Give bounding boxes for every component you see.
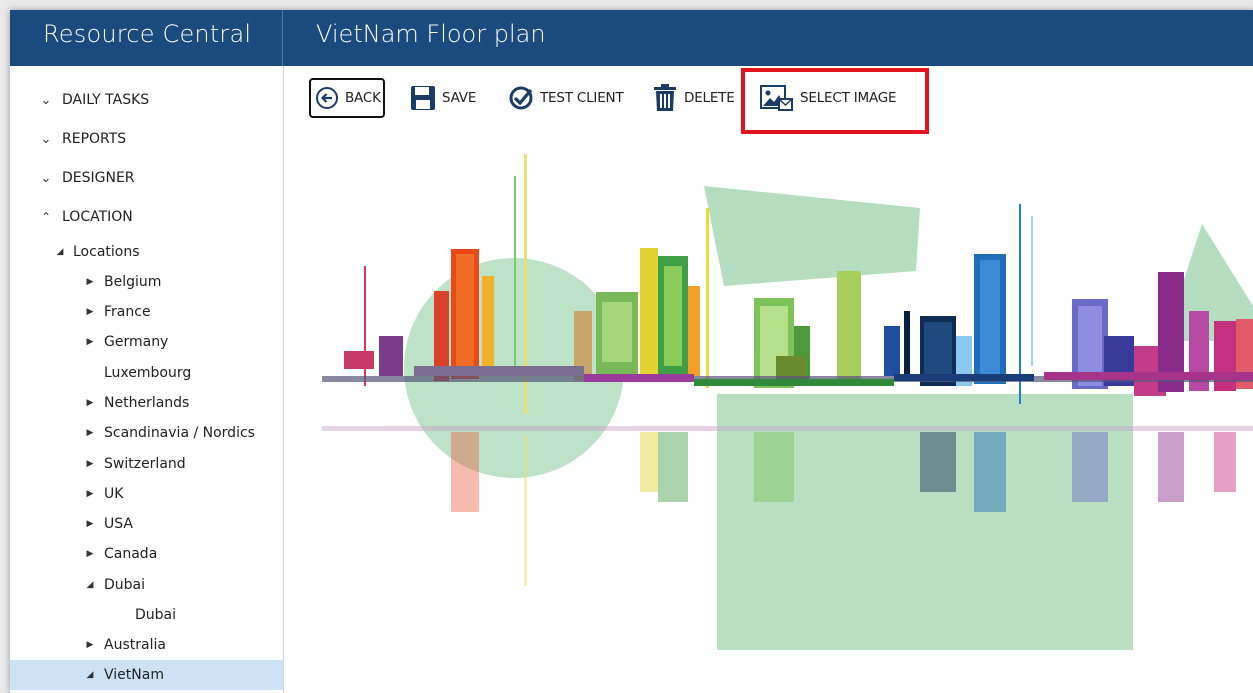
tree-item-label: Scandinavia / Nordics <box>104 425 255 441</box>
nav-daily-tasks-label: DAILY TASKS <box>62 92 150 108</box>
triangle-down-icon: ◢ <box>86 670 94 680</box>
save-button[interactable]: SAVE <box>410 78 476 118</box>
tree-item-dubai-child[interactable]: Dubai <box>10 600 283 630</box>
triangle-right-icon: ▶ <box>86 549 94 559</box>
delete-label: DELETE <box>684 90 735 106</box>
nav-designer-label: DESIGNER <box>62 170 135 186</box>
back-arrow-icon <box>316 87 338 109</box>
delete-button[interactable]: DELETE <box>652 78 735 118</box>
tree-item-switzerland[interactable]: ▶ Switzerland <box>10 449 283 479</box>
tree-item-luxembourg[interactable]: Luxembourg <box>10 358 283 388</box>
tree-item-dubai[interactable]: ◢ Dubai <box>10 570 283 600</box>
test-client-button[interactable]: TEST CLIENT <box>508 78 624 118</box>
triangle-right-icon: ▶ <box>86 307 94 317</box>
back-button[interactable]: BACK <box>309 78 385 118</box>
triangle-right-icon: ▶ <box>86 459 94 469</box>
page-title: VietNam Floor plan <box>316 20 546 48</box>
tree-item-label: Locations <box>73 244 140 260</box>
tree-item-canada[interactable]: ▶ Canada <box>10 539 283 569</box>
select-image-button[interactable]: SELECT IMAGE <box>760 78 897 118</box>
tree-item-label: Dubai <box>135 607 177 623</box>
nav-designer[interactable]: ⌄ DESIGNER <box>10 159 283 198</box>
chevron-down-icon: ⌄ <box>40 132 52 147</box>
tree-item-label: VietNam <box>104 667 164 683</box>
trash-icon <box>654 84 676 111</box>
tree-item-usa[interactable]: ▶ USA <box>10 509 283 539</box>
save-label: SAVE <box>442 90 477 106</box>
nav-location-label: LOCATION <box>62 209 133 225</box>
city-skyline-image <box>322 154 1253 650</box>
tree-item-label: UK <box>104 486 124 502</box>
select-image-label: SELECT IMAGE <box>800 90 897 106</box>
floor-plan-image <box>284 136 1253 693</box>
tree-item-label: Canada <box>104 546 158 562</box>
save-icon <box>411 86 435 110</box>
tree-item-germany[interactable]: ▶ Germany <box>10 327 283 357</box>
triangle-right-icon: ▶ <box>86 489 94 499</box>
chevron-up-icon: ⌃ <box>40 210 52 224</box>
app-window: Resource Central VietNam Floor plan ⌄ DA… <box>10 10 1253 693</box>
tree-item-locations[interactable]: ◢ Locations <box>10 237 283 267</box>
toolbar: BACK SAVE TEST CLIENT DELETE SELECT IMAG… <box>284 66 1253 136</box>
triangle-right-icon: ▶ <box>86 519 94 529</box>
nav-reports-label: REPORTS <box>62 131 127 147</box>
image-icon <box>760 85 793 111</box>
app-title: Resource Central <box>10 10 283 66</box>
sidebar: ⌄ DAILY TASKS ⌄ REPORTS ⌄ DESIGNER ⌃ LOC… <box>10 66 284 693</box>
tree-item-label: Dubai <box>104 577 146 593</box>
triangle-down-icon: ◢ <box>86 580 94 590</box>
tree-item-scandinavia[interactable]: ▶ Scandinavia / Nordics <box>10 418 283 448</box>
triangle-right-icon: ▶ <box>86 640 94 650</box>
tree-item-label: Netherlands <box>104 395 190 411</box>
triangle-right-icon: ▶ <box>86 398 94 408</box>
tree-item-label: Belgium <box>104 274 162 290</box>
back-label: BACK <box>345 90 381 106</box>
nav-location[interactable]: ⌃ LOCATION <box>10 198 283 237</box>
tree-item-vietnam[interactable]: ◢ VietNam <box>10 660 283 690</box>
test-client-label: TEST CLIENT <box>540 90 624 106</box>
chevron-down-icon: ⌄ <box>40 93 52 108</box>
triangle-down-icon: ◢ <box>56 247 64 257</box>
nav-reports[interactable]: ⌄ REPORTS <box>10 120 283 159</box>
triangle-right-icon: ▶ <box>86 277 94 287</box>
tree-item-label: Luxembourg <box>104 365 192 381</box>
app-header: Resource Central VietNam Floor plan <box>10 10 1253 66</box>
chevron-down-icon: ⌄ <box>40 171 52 186</box>
check-circle-icon <box>509 86 533 110</box>
tree-item-australia[interactable]: ▶ Australia <box>10 630 283 660</box>
tree-item-belgium[interactable]: ▶ Belgium <box>10 267 283 297</box>
tree-item-label: USA <box>104 516 133 532</box>
tree-item-label: France <box>104 304 151 320</box>
tree-item-netherlands[interactable]: ▶ Netherlands <box>10 388 283 418</box>
tree-item-uk[interactable]: ▶ UK <box>10 479 283 509</box>
tree-item-label: Switzerland <box>104 456 186 472</box>
tree-item-label: Germany <box>104 334 169 350</box>
tree-item-france[interactable]: ▶ France <box>10 297 283 327</box>
triangle-right-icon: ▶ <box>86 337 94 347</box>
tree-item-label: Australia <box>104 637 166 653</box>
triangle-right-icon: ▶ <box>86 428 94 438</box>
nav-daily-tasks[interactable]: ⌄ DAILY TASKS <box>10 81 283 120</box>
